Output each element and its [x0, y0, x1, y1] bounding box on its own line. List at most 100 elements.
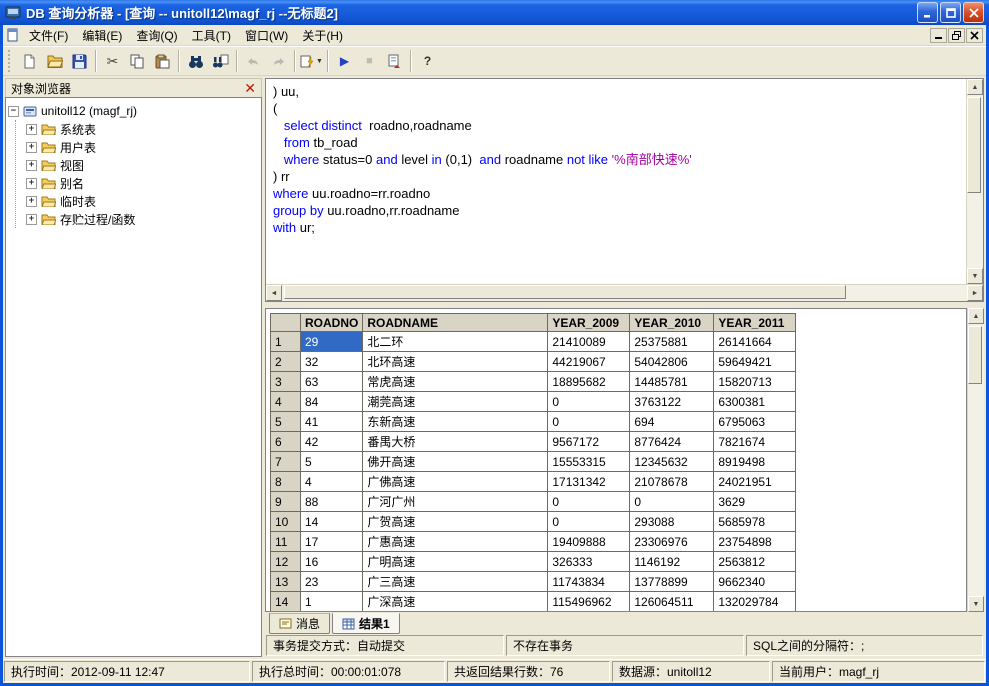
sql-editor[interactable]: ) uu,( select distinct roadno,roadname f…: [266, 79, 966, 284]
menu-about[interactable]: 关于(H): [295, 25, 350, 46]
tree-expander-icon[interactable]: −: [8, 106, 19, 117]
table-cell[interactable]: 0: [548, 412, 630, 432]
menu-query[interactable]: 查询(Q): [129, 25, 184, 46]
column-header-ROADNAME[interactable]: ROADNAME: [363, 314, 548, 332]
scroll-right-button[interactable]: ►: [967, 285, 983, 301]
tree-item-4[interactable]: +临时表: [26, 192, 259, 210]
table-cell[interactable]: 5: [301, 452, 363, 472]
table-cell[interactable]: 3629: [714, 492, 796, 512]
tree-item-2[interactable]: +视图: [26, 156, 259, 174]
table-cell[interactable]: 18895682: [548, 372, 630, 392]
stop-button[interactable]: ■: [357, 49, 382, 74]
table-cell[interactable]: 21078678: [630, 472, 714, 492]
table-cell[interactable]: 63: [301, 372, 363, 392]
row-number[interactable]: 4: [271, 392, 301, 412]
table-cell[interactable]: 84: [301, 392, 363, 412]
save-button[interactable]: [67, 49, 92, 74]
table-cell[interactable]: 广河广州: [363, 492, 548, 512]
scrollbar-track[interactable]: [282, 285, 967, 301]
scroll-up-button[interactable]: ▲: [968, 308, 984, 324]
tree-item-1[interactable]: +用户表: [26, 138, 259, 156]
table-cell[interactable]: 16: [301, 552, 363, 572]
table-cell[interactable]: 15820713: [714, 372, 796, 392]
tree-item-0[interactable]: +系统表: [26, 120, 259, 138]
table-cell[interactable]: 694: [630, 412, 714, 432]
find-button[interactable]: [183, 49, 208, 74]
row-number[interactable]: 2: [271, 352, 301, 372]
table-cell[interactable]: 23306976: [630, 532, 714, 552]
mdi-close-button[interactable]: [966, 28, 983, 43]
run-button[interactable]: ▶: [332, 49, 357, 74]
tree-expander-icon[interactable]: +: [26, 124, 37, 135]
mdi-minimize-button[interactable]: [930, 28, 947, 43]
scrollbar-thumb[interactable]: [968, 326, 982, 384]
table-cell[interactable]: 0: [548, 512, 630, 532]
tree-expander-icon[interactable]: +: [26, 214, 37, 225]
column-header-YEAR_2011[interactable]: YEAR_2011: [714, 314, 796, 332]
table-cell[interactable]: 0: [548, 392, 630, 412]
table-cell[interactable]: 23754898: [714, 532, 796, 552]
scroll-down-button[interactable]: ▼: [968, 596, 984, 612]
table-cell[interactable]: 42: [301, 432, 363, 452]
table-cell[interactable]: 44219067: [548, 352, 630, 372]
table-cell[interactable]: 8776424: [630, 432, 714, 452]
table-cell[interactable]: 3763122: [630, 392, 714, 412]
redo-button[interactable]: [266, 49, 291, 74]
table-cell[interactable]: 13778899: [630, 572, 714, 592]
editor-vertical-scrollbar[interactable]: ▲ ▼: [966, 79, 983, 284]
table-cell[interactable]: 常虎高速: [363, 372, 548, 392]
menu-edit[interactable]: 编辑(E): [75, 25, 129, 46]
table-cell[interactable]: 126064511: [630, 592, 714, 612]
table-cell[interactable]: 9662340: [714, 572, 796, 592]
menu-window[interactable]: 窗口(W): [238, 25, 295, 46]
row-number[interactable]: 13: [271, 572, 301, 592]
table-cell[interactable]: 88: [301, 492, 363, 512]
table-cell[interactable]: 17131342: [548, 472, 630, 492]
table-cell[interactable]: 293088: [630, 512, 714, 532]
table-cell[interactable]: 26141664: [714, 332, 796, 352]
table-cell[interactable]: 41: [301, 412, 363, 432]
row-number[interactable]: 7: [271, 452, 301, 472]
tree-expander-icon[interactable]: +: [26, 196, 37, 207]
row-number[interactable]: 5: [271, 412, 301, 432]
table-cell[interactable]: 番禺大桥: [363, 432, 548, 452]
tab-messages[interactable]: 消息: [269, 613, 330, 634]
editor-horizontal-scrollbar[interactable]: ◄ ►: [266, 284, 983, 301]
close-button[interactable]: [963, 2, 984, 23]
table-cell[interactable]: 11743834: [548, 572, 630, 592]
row-number[interactable]: 14: [271, 592, 301, 612]
table-cell[interactable]: 北环高速: [363, 352, 548, 372]
table-cell[interactable]: 广惠高速: [363, 532, 548, 552]
scrollbar-track[interactable]: [967, 95, 983, 268]
new-button[interactable]: [17, 49, 42, 74]
maximize-button[interactable]: [940, 2, 961, 23]
table-cell[interactable]: 广深高速: [363, 592, 548, 612]
row-number[interactable]: 3: [271, 372, 301, 392]
open-button[interactable]: [42, 49, 67, 74]
table-cell[interactable]: 东新高速: [363, 412, 548, 432]
table-cell[interactable]: 21410089: [548, 332, 630, 352]
table-cell[interactable]: 北二环: [363, 332, 548, 352]
exec-mode-button[interactable]: ▼: [299, 49, 324, 74]
table-cell[interactable]: 19409888: [548, 532, 630, 552]
table-cell[interactable]: 32: [301, 352, 363, 372]
table-cell[interactable]: 广三高速: [363, 572, 548, 592]
row-number[interactable]: 6: [271, 432, 301, 452]
scroll-left-button[interactable]: ◄: [266, 285, 282, 301]
menu-file[interactable]: 文件(F): [22, 25, 75, 46]
tab-result1[interactable]: 结果1: [332, 613, 400, 634]
table-cell[interactable]: 广贺高速: [363, 512, 548, 532]
table-cell[interactable]: 54042806: [630, 352, 714, 372]
table-cell[interactable]: 14485781: [630, 372, 714, 392]
table-cell[interactable]: 29: [301, 332, 363, 352]
mdi-restore-button[interactable]: [948, 28, 965, 43]
table-cell[interactable]: 广明高速: [363, 552, 548, 572]
table-cell[interactable]: 6795063: [714, 412, 796, 432]
table-cell[interactable]: 14: [301, 512, 363, 532]
grid-corner[interactable]: [271, 314, 301, 332]
table-cell[interactable]: 0: [548, 492, 630, 512]
tree-expander-icon[interactable]: +: [26, 178, 37, 189]
column-header-YEAR_2010[interactable]: YEAR_2010: [630, 314, 714, 332]
table-cell[interactable]: 132029784: [714, 592, 796, 612]
table-cell[interactable]: 6300381: [714, 392, 796, 412]
